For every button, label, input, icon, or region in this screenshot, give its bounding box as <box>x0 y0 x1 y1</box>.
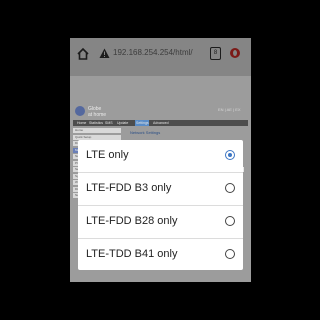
option-label: LTE-TDD B41 only <box>86 248 178 260</box>
radio-icon[interactable] <box>225 183 235 193</box>
content-title: Network Settings <box>130 130 161 135</box>
main-menu: Home Statistics SMS Update Settings Adva… <box>73 120 248 126</box>
option-label: LTE only <box>86 149 129 161</box>
option-lte-fdd-b28[interactable]: LTE-FDD B28 only <box>78 206 243 238</box>
sidebar-item-home[interactable]: Home <box>73 128 121 133</box>
brand: Globe at home <box>88 106 106 118</box>
radio-checked-icon[interactable] <box>225 150 235 160</box>
radio-icon[interactable] <box>225 249 235 259</box>
menu-item-home[interactable]: Home <box>77 120 86 126</box>
option-lte-fdd-b3[interactable]: LTE-FDD B3 only <box>78 173 243 205</box>
menu-item-settings[interactable]: Settings <box>136 120 149 126</box>
option-label: LTE-FDD B3 only <box>86 182 172 194</box>
header-info: EN | AE | EX <box>218 107 241 112</box>
brand-sub: at home <box>88 112 107 118</box>
menu-item-statistics[interactable]: Statistics <box>89 120 103 126</box>
option-lte-tdd-b41[interactable]: LTE-TDD B41 only <box>78 239 243 271</box>
sidebar-item-quick-setup[interactable]: Quick Setup <box>73 134 121 140</box>
menu-item-advanced[interactable]: Advanced <box>153 120 169 126</box>
menu-item-sms[interactable]: SMS <box>105 120 113 126</box>
option-lte-only[interactable]: LTE only <box>78 140 243 172</box>
menu-item-update[interactable]: Update <box>117 120 128 126</box>
radio-icon[interactable] <box>225 216 235 226</box>
dim-overlay <box>70 38 251 76</box>
lte-band-dialog: LTE only LTE-FDD B3 only LTE-FDD B28 onl… <box>78 140 243 270</box>
globe-logo <box>75 106 85 116</box>
option-label: LTE-FDD B28 only <box>86 215 178 227</box>
